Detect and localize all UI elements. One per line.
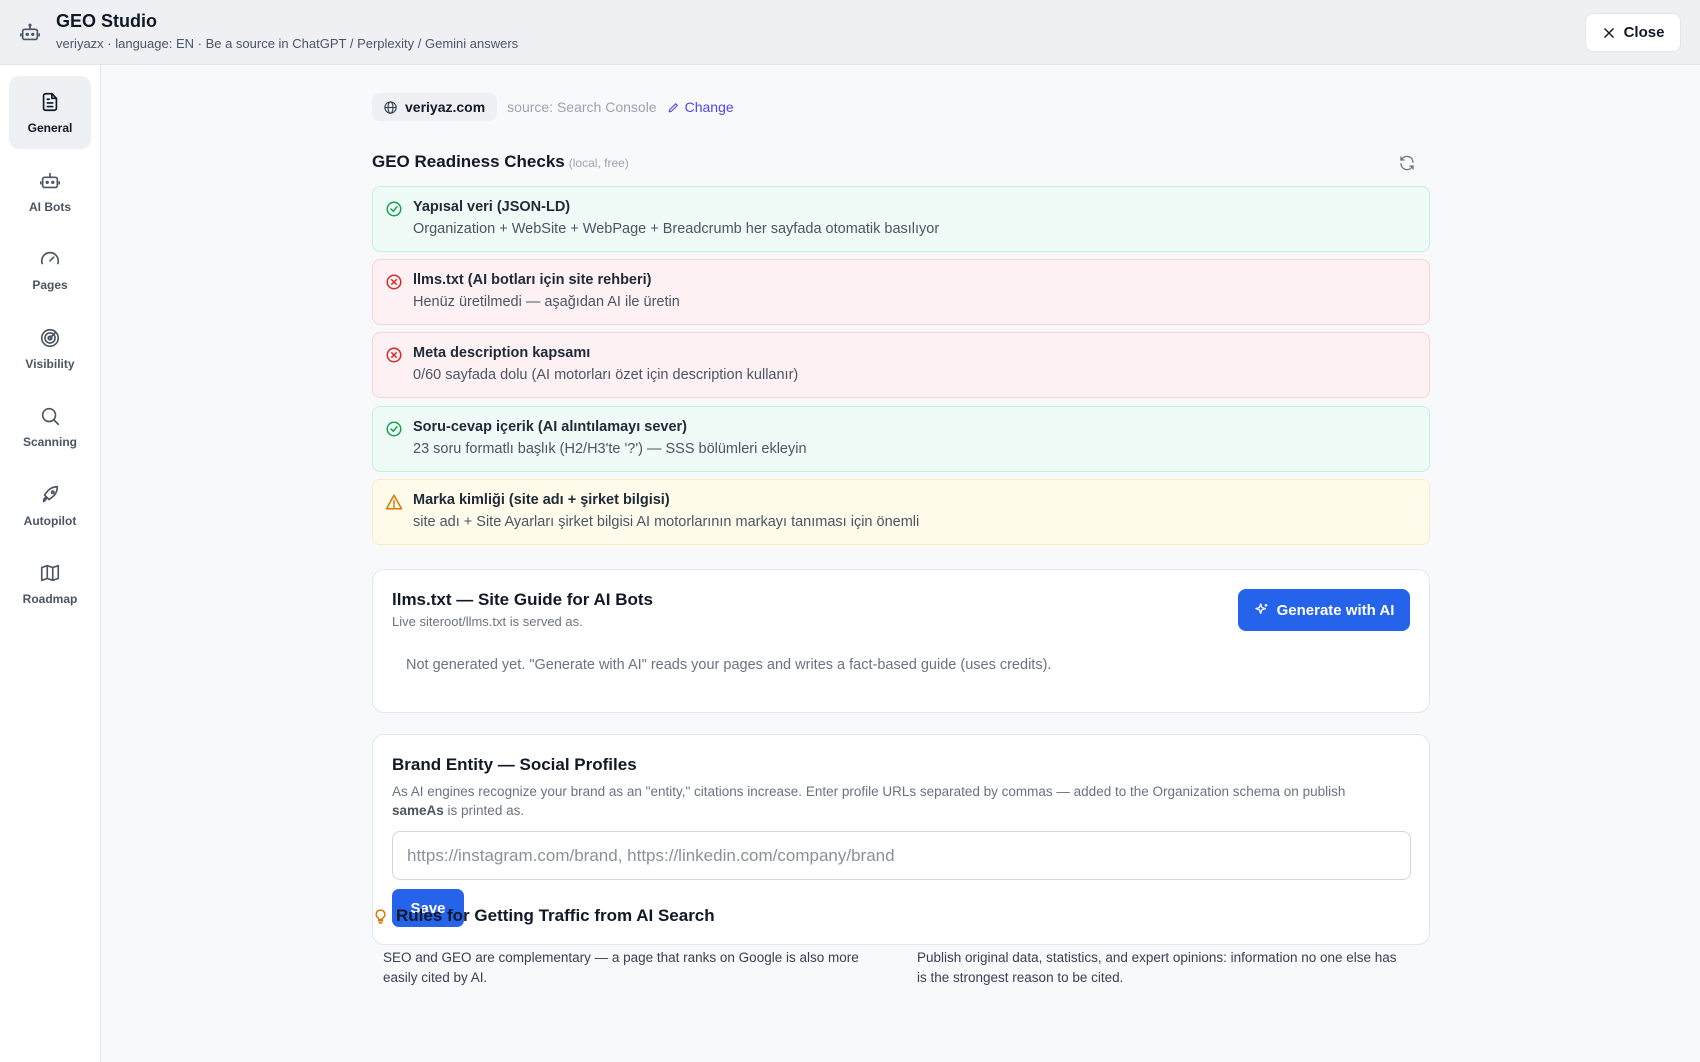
llms-subtitle: Live siteroot/llms.txt is served as. (392, 614, 583, 629)
brand-description-tail: is printed as. (443, 803, 525, 818)
pencil-icon (668, 102, 678, 112)
refresh-icon[interactable] (1398, 154, 1416, 172)
document-icon (42, 92, 58, 111)
check-description: Henüz üretilmedi — aşağıdan AI ile üreti… (413, 294, 680, 310)
sidebar-item-label: Roadmap (22, 591, 78, 606)
search-icon (41, 407, 60, 425)
brand-sameas-term: sameAs (392, 803, 444, 818)
check-title: Yapısal veri (JSON-LD) (413, 199, 571, 215)
sidebar: General AI Bots Pages Visibility Scannin… (0, 65, 101, 1062)
sidebar-item-autopilot[interactable]: Autopilot (9, 469, 91, 542)
brand-description: As AI engines recognize your brand as an… (392, 782, 1402, 820)
check-item: llms.txt (AI botları için site rehberi) … (372, 259, 1430, 325)
sidebar-item-label: General (27, 120, 73, 135)
map-icon (40, 564, 60, 581)
close-icon (1603, 27, 1614, 38)
site-domain: veriyaz.com (405, 99, 486, 115)
lightbulb-icon (375, 908, 386, 924)
llms-card: llms.txt — Site Guide for AI Bots Live s… (372, 569, 1430, 713)
gauge-icon (40, 251, 60, 264)
sidebar-item-label: AI Bots (29, 199, 71, 214)
check-item: Soru-cevap içerik (AI alıntılamayı sever… (372, 406, 1430, 472)
sidebar-item-scanning[interactable]: Scanning (9, 390, 91, 463)
target-icon (40, 328, 60, 347)
sparkle-icon (1254, 603, 1267, 614)
check-title: llms.txt (AI botları için site rehberi) (413, 272, 652, 288)
check-circle-icon (386, 201, 402, 217)
app-title: GEO Studio (56, 11, 157, 31)
robot-icon (19, 22, 41, 44)
rule-item: SEO and GEO are complementary — a page t… (383, 950, 859, 985)
close-button[interactable]: Close (1585, 13, 1681, 52)
sidebar-item-label: Pages (32, 277, 68, 292)
close-label: Close (1623, 24, 1665, 41)
sidebar-item-label: Visibility (25, 356, 75, 371)
llms-empty-note: Not generated yet. "Generate with AI" re… (406, 657, 1052, 673)
warning-icon (385, 494, 403, 510)
globe-icon (384, 100, 397, 114)
check-description: Organization + WebSite + WebPage + Bread… (413, 221, 940, 237)
x-circle-icon (386, 347, 402, 363)
rocket-icon (42, 485, 59, 502)
sidebar-item-label: Autopilot (23, 513, 77, 528)
check-circle-icon (386, 421, 402, 437)
check-description: 0/60 sayfada dolu (AI motorları özet içi… (413, 367, 799, 383)
site-domain-pill: veriyaz.com (372, 93, 498, 121)
top-bar: GEO Studio veriyazx · language: EN · Be … (0, 0, 1700, 65)
rule-item: Publish original data, statistics, and e… (917, 950, 1397, 985)
sidebar-item-ai-bots[interactable]: AI Bots (9, 155, 91, 228)
check-description: 23 soru formatlı başlık (H2/H3'te '?') —… (413, 441, 807, 457)
change-label: Change (684, 99, 734, 115)
app-subtitle: veriyazx · language: EN · Be a source in… (56, 36, 519, 51)
checks-note: (local, free) (568, 156, 629, 170)
x-circle-icon (386, 274, 402, 290)
site-row: veriyaz.com source: Search Console Chang… (372, 93, 734, 121)
brand-title: Brand Entity — Social Profiles (392, 755, 637, 774)
check-item: Yapısal veri (JSON-LD) Organization + We… (372, 186, 1430, 252)
sidebar-item-label: Scanning (22, 434, 77, 449)
sidebar-item-general[interactable]: General (9, 76, 91, 149)
check-title: Meta description kapsamı (413, 345, 591, 361)
rules-title: Rules for Getting Traffic from AI Search (396, 906, 715, 925)
check-item: Marka kimliği (site adı + şirket bilgisi… (372, 479, 1430, 545)
source-label: source: Search Console (507, 99, 657, 115)
check-title: Marka kimliği (site adı + şirket bilgisi… (413, 492, 670, 508)
llms-title: llms.txt — Site Guide for AI Bots (392, 590, 654, 609)
sidebar-item-pages[interactable]: Pages (9, 233, 91, 306)
rules-header: Rules for Getting Traffic from AI Search (372, 906, 715, 926)
change-source-link[interactable]: Change (667, 99, 734, 115)
brand-description-text: As AI engines recognize your brand as an… (392, 784, 1346, 799)
robot-icon (40, 172, 60, 188)
checks-header: GEO Readiness Checks (local, free) (372, 152, 1430, 174)
check-description: site adı + Site Ayarları şirket bilgisi … (413, 514, 920, 530)
check-item: Meta description kapsamı 0/60 sayfada do… (372, 332, 1430, 398)
checks-title: GEO Readiness Checks (372, 152, 565, 171)
generate-with-ai-button[interactable]: Generate with AI (1238, 589, 1410, 631)
generate-label: Generate with AI (1276, 601, 1395, 619)
social-profiles-input[interactable] (392, 831, 1411, 880)
sidebar-item-roadmap[interactable]: Roadmap (9, 547, 91, 620)
check-title: Soru-cevap içerik (AI alıntılamayı sever… (413, 419, 688, 435)
sidebar-item-visibility[interactable]: Visibility (9, 312, 91, 385)
